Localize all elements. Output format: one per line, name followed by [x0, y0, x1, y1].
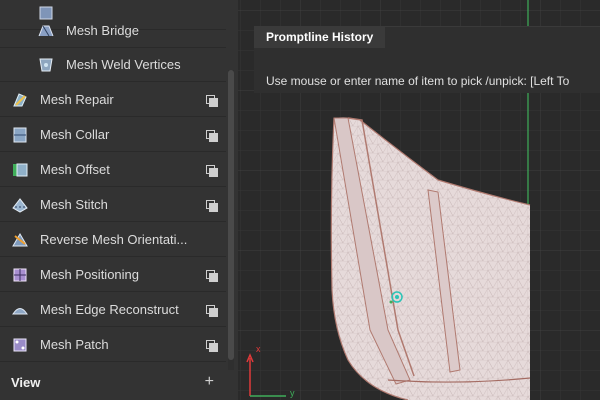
menu-item-label: Mesh Offset	[40, 162, 110, 177]
mesh-weld-icon	[36, 55, 56, 75]
section-view-header[interactable]: View +	[0, 364, 226, 400]
mesh-offset-icon	[10, 160, 30, 180]
sidebar-scroll-thumb[interactable]	[228, 70, 234, 360]
open-options-icon[interactable]	[204, 163, 218, 177]
menu-item[interactable]: Mesh Positioning	[0, 258, 226, 292]
section-view-title: View	[11, 374, 41, 390]
mesh-stitch-icon	[10, 195, 30, 215]
open-options-icon[interactable]	[204, 268, 218, 282]
reverse-mesh-icon	[10, 230, 30, 250]
tab-promptline-history[interactable]: Promptline History	[254, 26, 386, 48]
menu-item-label: Mesh Positioning	[40, 267, 139, 282]
menu-item-label: Mesh Patch	[40, 337, 109, 352]
axis-x-label: x	[256, 344, 261, 354]
menu-item-label: Mesh Stitch	[40, 197, 108, 212]
expand-plus-icon[interactable]: +	[205, 373, 214, 391]
menu-item-label: Mesh Collar	[40, 127, 110, 142]
mesh-patch-icon	[10, 335, 30, 355]
promptline-message: Use mouse or enter name of item to pick …	[266, 74, 570, 88]
menu-item[interactable]: Mesh Stitch	[0, 188, 226, 222]
menu-item[interactable]: Mesh Edge Reconstruct	[0, 293, 226, 327]
sidebar-scrollbar[interactable]	[228, 70, 234, 370]
mesh-collar-icon	[10, 125, 30, 145]
menu-item-label: Reverse Mesh Orientati...	[40, 232, 188, 247]
menu-item[interactable]: Mesh Collar	[0, 118, 226, 152]
open-options-icon[interactable]	[204, 303, 218, 317]
menu-item-label: Mesh Repair	[40, 92, 114, 107]
mesh-repair-icon	[10, 90, 30, 110]
axis-y-label: y	[290, 388, 295, 398]
menu-item[interactable]: Mesh Repair	[0, 83, 226, 117]
mesh-positioning-icon	[10, 265, 30, 285]
open-options-icon[interactable]	[204, 93, 218, 107]
mesh-edge-icon	[10, 300, 30, 320]
menu-item-label: Mesh Bridge	[66, 23, 139, 38]
open-options-icon[interactable]	[204, 198, 218, 212]
menu-item[interactable]: Mesh Weld Vertices	[0, 48, 226, 82]
mesh-bridge-icon	[36, 21, 56, 41]
open-options-icon[interactable]	[204, 128, 218, 142]
menu-item[interactable]: Mesh Bridge	[0, 14, 226, 48]
menu-item-label: Mesh Edge Reconstruct	[40, 302, 179, 317]
open-options-icon[interactable]	[204, 338, 218, 352]
tool-sidebar: Mesh Bridge Mesh Weld Vertices Mesh Repair…	[0, 0, 239, 400]
menu-item[interactable]: Mesh Patch	[0, 328, 226, 362]
menu-item[interactable]: Mesh Offset	[0, 153, 226, 187]
menu-item[interactable]: Reverse Mesh Orientati...	[0, 223, 226, 257]
menu-item-label: Mesh Weld Vertices	[66, 57, 181, 72]
